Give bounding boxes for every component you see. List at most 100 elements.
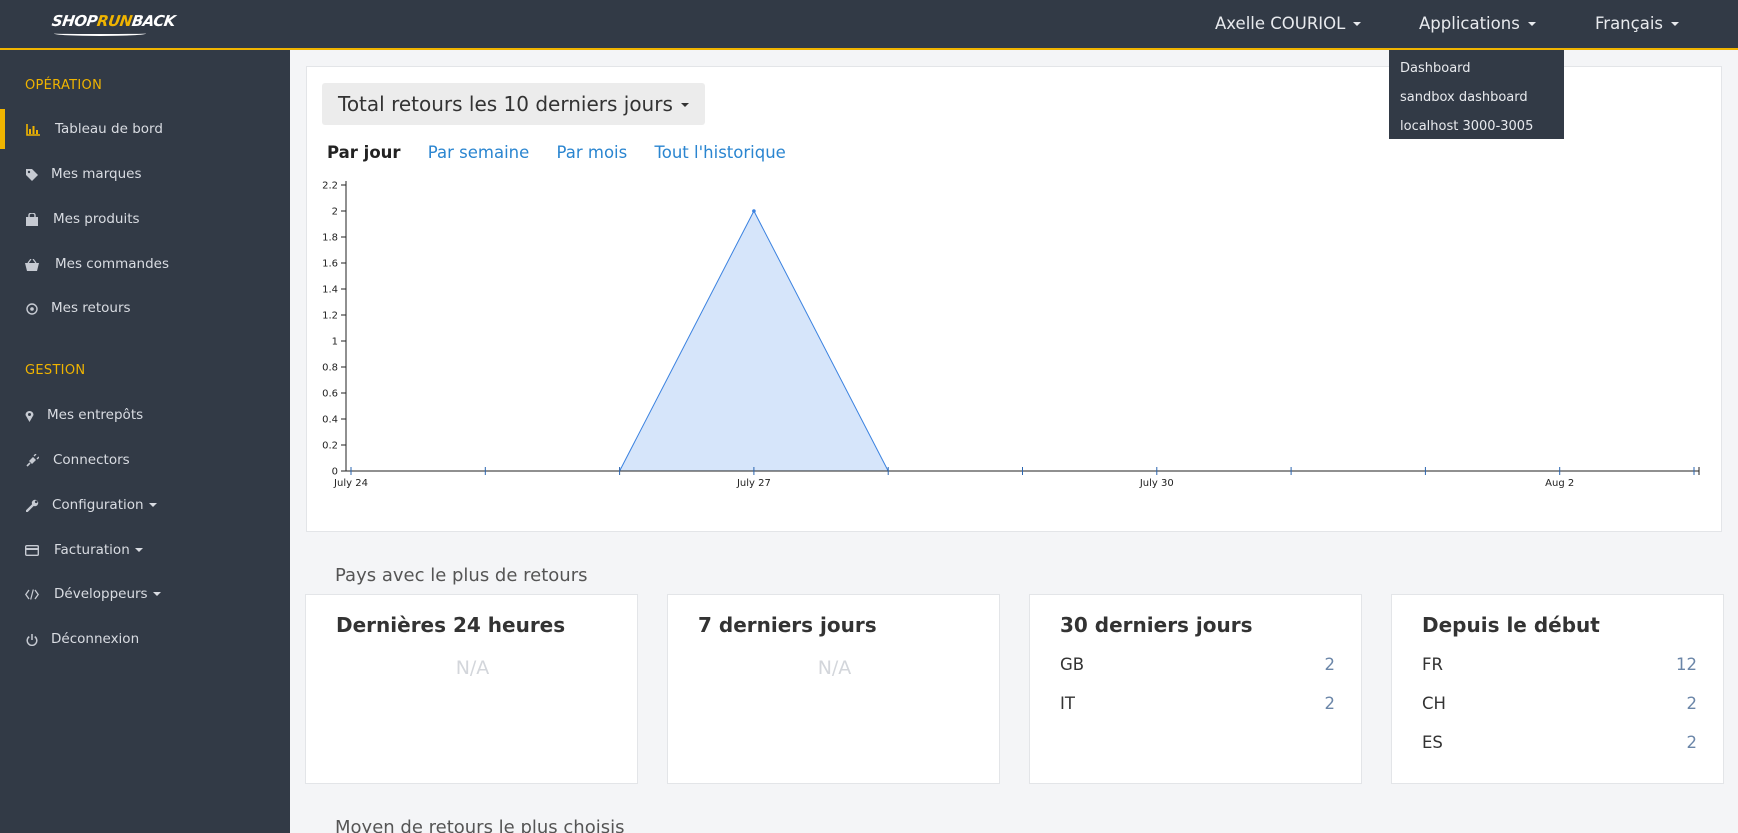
return-count: 2	[1686, 694, 1698, 713]
map-marker-icon	[21, 395, 37, 435]
code-icon	[24, 574, 40, 614]
shoprunback-logo[interactable]: SHOPRUNBACK	[51, 12, 176, 38]
tab-tout-historique[interactable]: Tout l'historique	[654, 143, 785, 162]
sidebar-item-label: Mes entrepôts	[47, 407, 144, 423]
chevron-down-icon	[1671, 21, 1680, 26]
sidebar-item-mes-commandes[interactable]: Mes commandes	[0, 244, 290, 284]
y-tick-label: 0.6	[322, 389, 338, 400]
tag-icon	[24, 154, 40, 194]
sidebar-item-label: Mes marques	[51, 166, 142, 182]
x-tick-label: July 24	[333, 478, 368, 489]
logo-swoosh	[54, 31, 146, 36]
y-tick-label: 2.2	[322, 181, 338, 192]
sidebar-item-label: Mes produits	[53, 211, 140, 227]
sidebar-item-developpeurs[interactable]: Développeurs	[0, 574, 290, 614]
stat-card-title: 30 derniers jours	[1060, 613, 1253, 637]
x-tick-label: July 30	[1139, 478, 1174, 489]
sidebar-item-tableau-de-bord[interactable]: Tableau de bord	[0, 109, 290, 149]
stat-card-title: Depuis le début	[1422, 613, 1600, 637]
sidebar-item-mes-entrepots[interactable]: Mes entrepôts	[0, 395, 290, 435]
tab-par-semaine[interactable]: Par semaine	[428, 143, 529, 162]
empty-value: N/A	[455, 657, 490, 679]
logo-text: SHOPRUNBACK	[50, 12, 177, 30]
sidebar-item-label: Tableau de bord	[55, 121, 163, 137]
sidebar-item-label: Connectors	[53, 452, 130, 468]
chart-tabs: Par jour Par semaine Par mois Tout l'his…	[327, 143, 808, 162]
sidebar-item-label: Développeurs	[54, 574, 161, 614]
chart-period-dropdown[interactable]: Total retours les 10 derniers jours	[322, 83, 705, 125]
countries-heading: Pays avec le plus de retours	[335, 565, 588, 586]
section-title-operation: OPÉRATION	[25, 78, 103, 93]
y-tick-label: 1.8	[322, 233, 338, 244]
applications-menu-label: Applications	[1419, 14, 1520, 33]
list-item: CH 2	[1422, 694, 1697, 718]
chevron-down-icon	[1353, 21, 1362, 26]
return-count: 2	[1324, 655, 1336, 674]
y-tick-label: 0.2	[322, 441, 338, 452]
power-icon	[24, 619, 40, 659]
language-menu[interactable]: Français	[1595, 14, 1680, 33]
sidebar-item-mes-marques[interactable]: Mes marques	[0, 154, 290, 194]
y-tick-label: 2	[332, 207, 338, 218]
basket-icon	[24, 244, 40, 284]
applications-dropdown-menu: Dashboard sandbox dashboard localhost 30…	[1389, 50, 1564, 139]
y-tick-label: 1	[332, 337, 338, 348]
y-tick-label: 0.8	[322, 363, 338, 374]
section-title-gestion: GESTION	[25, 363, 86, 378]
chevron-down-icon	[134, 548, 143, 552]
user-menu[interactable]: Axelle COURIOL	[1215, 14, 1362, 33]
stat-card-title: Dernières 24 heures	[336, 613, 566, 637]
sidebar-item-configuration[interactable]: Configuration	[0, 485, 290, 525]
country-code: CH	[1422, 694, 1446, 713]
return-count: 2	[1686, 733, 1698, 752]
language-menu-label: Français	[1595, 14, 1664, 33]
sidebar-item-mes-produits[interactable]: Mes produits	[0, 199, 290, 239]
return-method-heading: Moyen de retours le plus choisis	[335, 817, 625, 833]
country-code: ES	[1422, 733, 1443, 752]
stat-card-30-days: 30 derniers jours GB 2 IT 2	[1029, 594, 1362, 784]
chevron-down-icon	[152, 592, 161, 596]
y-tick-label: 1.6	[322, 259, 338, 270]
menu-item-sandbox-dashboard[interactable]: sandbox dashboard	[1389, 83, 1564, 112]
sidebar-item-facturation[interactable]: Facturation	[0, 530, 290, 570]
list-item: ES 2	[1422, 733, 1697, 757]
y-tick-label: 1.2	[322, 311, 338, 322]
returns-area-chart: 0 0.2 0.4 0.6 0.8 1 1.2 1.4 1.6 1.8 2 2.2 July 24 Jul…	[322, 181, 1700, 489]
country-code: IT	[1060, 694, 1075, 713]
stat-card-7-days: 7 derniers jours N/A	[667, 594, 1000, 784]
shopping-bag-icon	[24, 199, 40, 239]
sidebar: OPÉRATION Tableau de bord Mes marques Me…	[0, 50, 290, 833]
applications-menu[interactable]: Applications	[1419, 14, 1536, 33]
tab-par-mois[interactable]: Par mois	[557, 143, 628, 162]
bar-chart-icon	[25, 109, 41, 149]
stat-card-since-start: Depuis le début FR 12 CH 2 ES 2	[1391, 594, 1724, 784]
y-tick-label: 0	[332, 467, 338, 478]
data-point	[752, 209, 756, 213]
credit-card-icon	[24, 530, 40, 570]
sidebar-item-connectors[interactable]: Connectors	[0, 440, 290, 480]
list-item: FR 12	[1422, 655, 1697, 679]
stat-card-title: 7 derniers jours	[698, 613, 877, 637]
sidebar-item-deconnexion[interactable]: Déconnexion	[0, 619, 290, 659]
top-navbar: SHOPRUNBACK Axelle COURIOL Applications …	[0, 0, 1738, 50]
chevron-down-icon	[1527, 21, 1536, 26]
chevron-down-icon	[680, 102, 689, 107]
sidebar-item-label: Déconnexion	[51, 631, 140, 647]
menu-item-localhost[interactable]: localhost 3000-3005	[1389, 112, 1564, 141]
sidebar-item-mes-retours[interactable]: Mes retours	[0, 288, 290, 328]
stat-card-24h: Dernières 24 heures N/A	[305, 594, 638, 784]
tab-par-jour[interactable]: Par jour	[327, 143, 401, 162]
menu-item-dashboard[interactable]: Dashboard	[1389, 54, 1564, 83]
country-code: GB	[1060, 655, 1085, 674]
area-fill	[351, 211, 1694, 471]
x-tick-label: Aug 2	[1545, 478, 1574, 489]
x-tick-label: July 27	[736, 478, 771, 489]
empty-value: N/A	[817, 657, 852, 679]
y-tick-label: 0.4	[322, 415, 338, 426]
y-tick-label: 1.4	[322, 285, 338, 296]
sidebar-item-label: Mes retours	[51, 300, 131, 316]
return-count: 2	[1324, 694, 1336, 713]
wrench-icon	[24, 485, 40, 525]
chart-period-label: Total retours les 10 derniers jours	[338, 92, 673, 116]
return-circle-icon	[24, 288, 40, 328]
